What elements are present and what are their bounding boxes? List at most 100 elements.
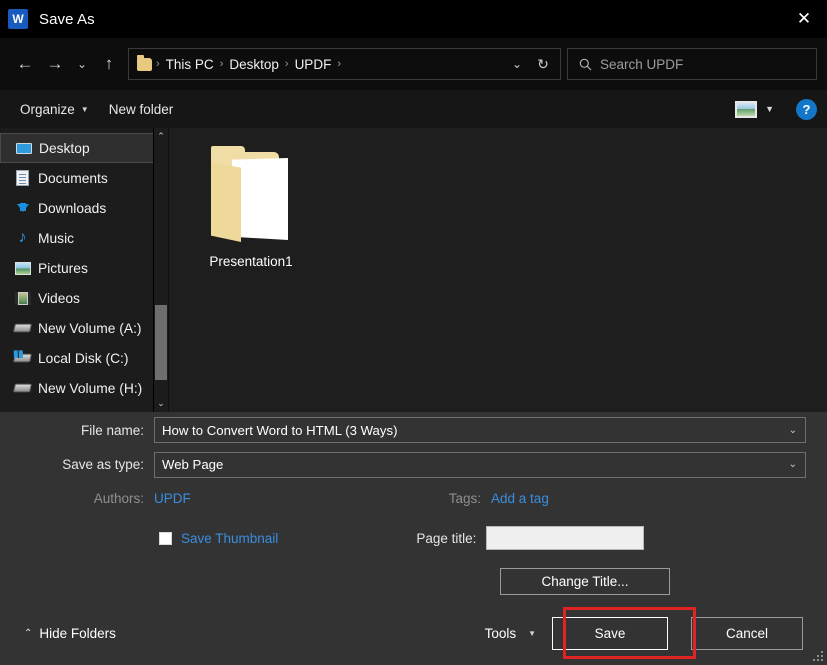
windows-drive-icon [14,350,31,366]
sidebar-item-pictures[interactable]: Pictures [0,253,168,283]
sidebar-item-local-disk-c[interactable]: Local Disk (C:) [0,343,168,373]
sidebar-item-label: Pictures [38,261,88,276]
scroll-down-icon[interactable]: ⌄ [154,395,168,412]
breadcrumb-updf[interactable]: UPDF [291,57,336,72]
breadcrumb-separator: › [218,58,226,70]
sidebar-item-label: Local Disk (C:) [38,351,128,366]
sidebar-item-label: Documents [38,171,108,186]
save-as-type-row: Save as type: Web Page ⌄ [0,448,827,481]
up-icon[interactable]: ↑ [94,48,124,80]
music-icon: ♪ [14,230,31,246]
new-folder-button[interactable]: New folder [99,98,184,121]
scroll-up-icon[interactable]: ⌃ [154,128,168,145]
file-list[interactable]: Presentation1 [168,128,827,412]
add-tag-link[interactable]: Add a tag [491,491,549,506]
chevron-down-icon[interactable]: ⌄ [789,459,801,470]
drive-icon [14,380,31,396]
chevron-down-icon[interactable]: ⌄ [504,50,530,78]
page-title-label: Page title: [416,531,486,546]
sidebar-scrollbar[interactable]: ⌃ ⌄ [153,128,168,412]
desktop-icon [15,140,32,156]
title-bar: W Save As ✕ [0,0,827,38]
sidebar-item-downloads[interactable]: Downloads [0,193,168,223]
sidebar-item-label: New Volume (H:) [38,381,142,396]
command-bar: Organize ▼ New folder ▼ ? [0,90,827,128]
cancel-button[interactable]: Cancel [691,617,803,650]
chevron-down-icon: ▼ [81,105,89,114]
save-thumbnail-label[interactable]: Save Thumbnail [181,531,278,546]
authors-tags-row: Authors: UPDF Tags: Add a tag [0,481,827,516]
save-as-dialog: W Save As ✕ ← → ⌄ ↑ › This PC › Desktop … [0,0,827,665]
downloads-icon [14,200,31,216]
sidebar-item-new-volume-h[interactable]: New Volume (H:) [0,373,168,403]
file-name-row: File name: How to Convert Word to HTML (… [0,412,827,448]
scrollbar-thumb[interactable] [155,305,167,380]
address-bar[interactable]: › This PC › Desktop › UPDF › ⌄ ↻ [128,48,561,80]
close-icon[interactable]: ✕ [781,0,827,38]
search-input[interactable]: Search UPDF [600,57,683,72]
tags-label: Tags: [449,491,491,506]
breadcrumb-separator: › [335,58,343,70]
save-button-highlight-annotation [563,607,696,659]
resize-grip[interactable] [813,651,824,662]
list-item[interactable]: Presentation1 [191,144,311,269]
chevron-down-icon: ▼ [528,629,536,638]
window-title: Save As [39,11,95,28]
organize-button[interactable]: Organize ▼ [10,98,99,121]
file-name-label: File name: [12,423,154,438]
sidebar-item-new-volume-a[interactable]: New Volume (A:) [0,313,168,343]
breadcrumb-separator: › [283,58,291,70]
save-options-panel: File name: How to Convert Word to HTML (… [0,412,827,665]
breadcrumb-separator: › [154,58,162,70]
page-title-input[interactable] [486,526,644,550]
navigation-pane: Desktop Documents Downloads ♪ Music Pict… [0,128,168,412]
scrollbar-track[interactable] [154,145,168,395]
documents-icon [14,170,31,186]
sidebar-item-label: Desktop [39,141,90,156]
dialog-body: Desktop Documents Downloads ♪ Music Pict… [0,128,827,412]
sidebar-item-desktop[interactable]: Desktop [0,133,168,163]
sidebar-item-documents[interactable]: Documents [0,163,168,193]
file-name-input[interactable]: How to Convert Word to HTML (3 Ways) ⌄ [154,417,806,443]
footer-row: ⌃ Hide Folders Tools ▼ Save Cancel [0,602,827,665]
sidebar-item-label: Music [38,231,74,246]
back-icon[interactable]: ← [10,48,40,80]
sidebar-item-label: Downloads [38,201,106,216]
change-title-row: Change Title... [0,560,827,602]
chevron-up-icon: ⌃ [24,628,32,639]
open-folder-icon [207,144,295,244]
hide-folders-button[interactable]: ⌃ Hide Folders [24,626,116,641]
breadcrumb-desktop[interactable]: Desktop [225,57,283,72]
videos-icon [14,290,31,306]
file-item-label: Presentation1 [209,254,292,269]
file-name-value: How to Convert Word to HTML (3 Ways) [162,423,789,438]
forward-icon[interactable]: → [40,48,70,80]
recent-locations-icon[interactable]: ⌄ [70,48,94,80]
folder-icon [137,58,152,71]
tools-button[interactable]: Tools ▼ [485,626,536,641]
chevron-down-icon[interactable]: ⌄ [789,425,801,436]
authors-value[interactable]: UPDF [154,491,191,506]
save-as-type-select[interactable]: Web Page ⌄ [154,452,806,478]
save-as-type-value: Web Page [162,457,789,472]
hide-folders-label: Hide Folders [39,626,116,641]
search-icon [576,58,594,71]
pictures-icon [14,260,31,276]
sidebar-item-videos[interactable]: Videos [0,283,168,313]
search-box[interactable]: Search UPDF [567,48,817,80]
chevron-down-icon[interactable]: ▼ [761,104,782,114]
refresh-icon[interactable]: ↻ [530,50,556,78]
drive-icon [14,320,31,336]
sidebar-item-music[interactable]: ♪ Music [0,223,168,253]
thumbnail-pagetitle-row: Save Thumbnail Page title: [0,516,827,560]
authors-label: Authors: [12,491,154,506]
help-icon[interactable]: ? [796,99,817,120]
breadcrumb-this-pc[interactable]: This PC [162,57,218,72]
organize-label: Organize [20,102,75,117]
save-thumbnail-checkbox[interactable] [159,532,172,545]
sidebar-item-label: New Volume (A:) [38,321,142,336]
change-title-button[interactable]: Change Title... [500,568,670,595]
command-bar-right: ▼ ? [735,99,817,120]
navigation-bar: ← → ⌄ ↑ › This PC › Desktop › UPDF › ⌄ ↻… [0,38,827,90]
view-layout-icon[interactable] [735,101,757,118]
